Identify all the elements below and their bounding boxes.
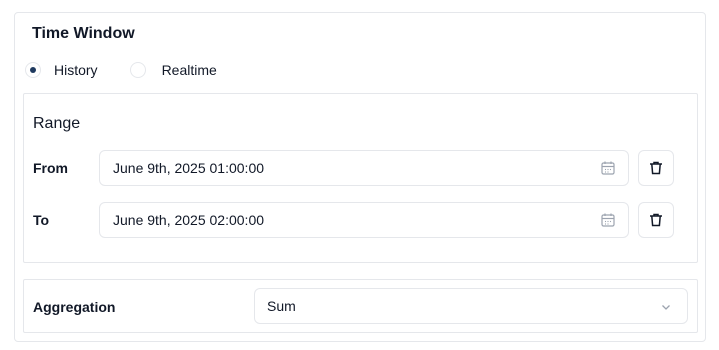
to-label: To [33,212,50,228]
aggregation-value: Sum [267,298,296,314]
calendar-icon[interactable] [600,212,616,228]
trash-icon [650,213,662,227]
aggregation-select[interactable]: Sum [254,288,688,324]
to-date-input[interactable]: June 9th, 2025 02:00:00 [99,202,629,238]
chevron-down-icon [662,305,670,310]
realtime-radio-label[interactable]: Realtime [162,62,217,78]
panel-title: Time Window [32,25,135,42]
aggregation-label: Aggregation [33,299,116,315]
time-window-panel: Time Window History Realtime Range From … [14,12,706,342]
from-date-value: June 9th, 2025 01:00:00 [113,160,265,176]
delete-to-button[interactable] [638,202,674,238]
trash-icon [650,161,662,175]
to-date-value: June 9th, 2025 02:00:00 [113,212,265,228]
history-radio-label[interactable]: History [54,62,98,78]
calendar-icon[interactable] [600,160,616,176]
aggregation-section: Aggregation Sum [23,279,698,333]
mode-radio-group: History Realtime [25,61,217,79]
from-label: From [33,160,68,176]
from-date-input[interactable]: June 9th, 2025 01:00:00 [99,150,629,186]
range-section: Range From June 9th, 2025 01:00:00 To Ju… [23,93,698,263]
delete-from-button[interactable] [638,150,674,186]
range-title: Range [33,115,81,132]
history-radio[interactable] [25,62,41,78]
realtime-radio[interactable] [129,62,146,78]
